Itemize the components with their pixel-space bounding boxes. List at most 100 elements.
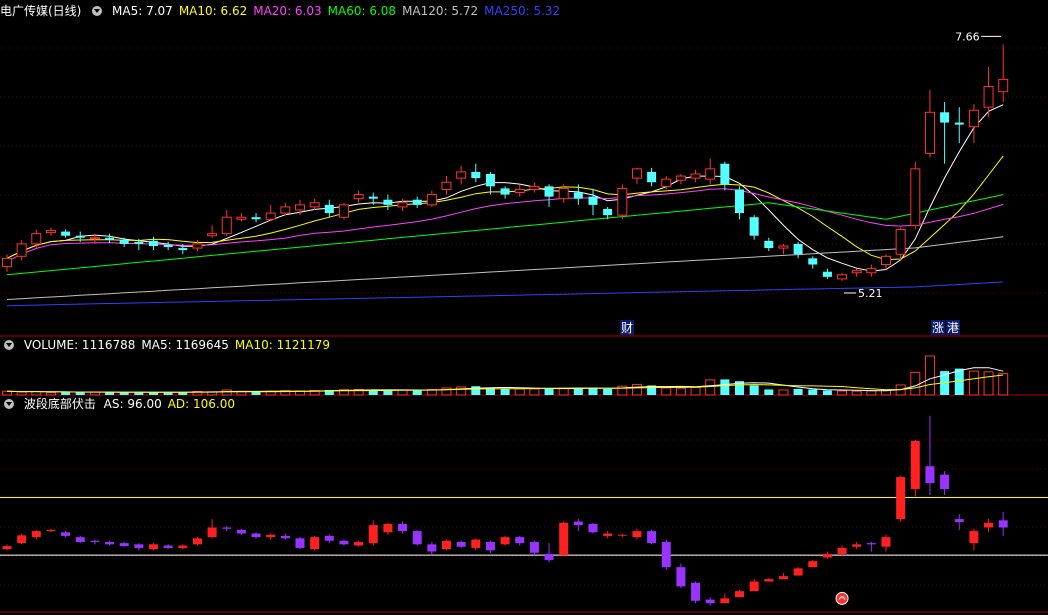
ma-indicator-3: MA60: 6.08 [327, 4, 397, 18]
price-candle [119, 239, 129, 244]
volume-bar [749, 385, 759, 395]
indicator-candle [940, 474, 950, 490]
ma-indicator-1: MA10: 6.62 [178, 4, 248, 18]
indicator-candle [647, 531, 657, 544]
indicator-candle [808, 561, 818, 568]
indicator-candle [236, 529, 246, 534]
price-candle [353, 194, 364, 200]
indicator-candle [852, 544, 862, 547]
volume-bar [588, 387, 598, 395]
price-candle [617, 187, 628, 216]
price-candle [412, 199, 422, 205]
indicator-title: 波段底部伏击 [23, 397, 96, 411]
price-candle [295, 204, 305, 211]
indicator-candle [310, 537, 320, 550]
main-panel-header: 电广传媒(日线) MA5: 7.07 MA10: 6.62 MA20: 6.03 MA… [0, 2, 1040, 20]
indicator-candle [354, 541, 364, 546]
ma60-line [6, 194, 1004, 276]
volume-bar [998, 373, 1009, 396]
price-candle [75, 235, 85, 238]
indicator-candle [339, 540, 349, 545]
high-price-label: 7.66 [955, 30, 980, 43]
indicator-candle [793, 568, 803, 576]
price-candle [441, 181, 452, 190]
ma-indicator-5: MA250: 5.32 [484, 4, 561, 18]
price-candle [764, 240, 774, 249]
price-candle [251, 217, 261, 220]
price-candle [485, 174, 495, 187]
price-candle [471, 171, 481, 179]
ma-indicator-2: MA20: 6.03 [253, 4, 322, 18]
price-candle [149, 240, 158, 246]
indicator-candle [749, 581, 759, 592]
indicator-candle [691, 582, 701, 601]
price-candle [778, 245, 789, 249]
price-candle [280, 206, 291, 214]
indicator-candle [17, 535, 27, 544]
price-candle [954, 122, 964, 125]
volume-bar [705, 379, 716, 396]
indicator-candle [705, 599, 715, 604]
price-candle [31, 233, 42, 245]
price-candle [192, 243, 203, 249]
indicator-candle [119, 543, 129, 547]
event-marker-3: 港 [947, 321, 959, 335]
price-candle [968, 109, 979, 128]
indicator-candle [149, 544, 158, 550]
volume-panel-header: VOLUME: 1116788 MA5: 1169645 MA10: 1121179 [0, 336, 1040, 354]
price-candle [383, 199, 393, 205]
indicator-candle [383, 523, 393, 533]
collapse-icon[interactable] [92, 6, 103, 16]
ma120-line [6, 236, 1004, 300]
price-candle [910, 168, 921, 226]
indicator-candle [442, 540, 451, 550]
price-candle [529, 185, 540, 190]
indicator-candle [163, 545, 173, 548]
indicator-candle [222, 527, 232, 529]
indicator-panel-header: 波段底部伏击 AS: 96.00 AD: 106.00 [0, 395, 1040, 413]
volume-bar [471, 386, 481, 395]
indicator-candle [207, 527, 217, 538]
indicator-candle [837, 547, 847, 554]
price-candle [2, 257, 12, 268]
price-candle [720, 163, 730, 185]
chart-canvas[interactable]: 7.66 5.21 财 涨港 [0, 0, 1048, 615]
price-candle [309, 202, 320, 208]
price-candle [368, 196, 378, 199]
event-marker-1: 财 [621, 321, 633, 335]
stock-title: 电广传媒(日线) [0, 4, 82, 18]
volume-indicator-0: VOLUME: 1116788 [23, 338, 136, 352]
indicator-candle [178, 545, 188, 548]
price-candle [324, 204, 334, 214]
price-candle [426, 194, 437, 206]
collapse-icon[interactable] [4, 340, 14, 350]
ma-indicator-4: MA120: 5.72 [402, 4, 479, 18]
indicator-candle [822, 553, 832, 558]
price-candle [500, 188, 510, 195]
indicator-candle [559, 522, 569, 556]
indicator-candle [500, 537, 510, 545]
indicator-candle [896, 477, 906, 520]
price-candle [983, 86, 994, 108]
price-candle [851, 270, 862, 274]
volume-bar [983, 371, 994, 396]
indicator-candle [925, 466, 935, 484]
indicator-candle [485, 541, 495, 551]
indicator-candle [984, 522, 994, 528]
indicator-candle [75, 537, 85, 542]
indicator-candle [412, 531, 422, 545]
indicator-candle [456, 541, 466, 547]
collapse-icon[interactable] [4, 399, 14, 409]
price-candle [647, 171, 657, 183]
price-candle [134, 241, 144, 244]
volume-bar [573, 388, 583, 395]
volume-indicator-list: VOLUME: 1116788 MA5: 1169645 MA10: 1121179 [24, 338, 336, 352]
price-candle [793, 243, 803, 255]
price-candle [588, 196, 598, 205]
indicator-candle [251, 533, 261, 538]
volume-bar [968, 370, 979, 396]
indicator-candle [368, 525, 378, 544]
signal-icon [835, 591, 849, 605]
indicator-candle [603, 533, 613, 536]
price-candle [573, 192, 583, 199]
